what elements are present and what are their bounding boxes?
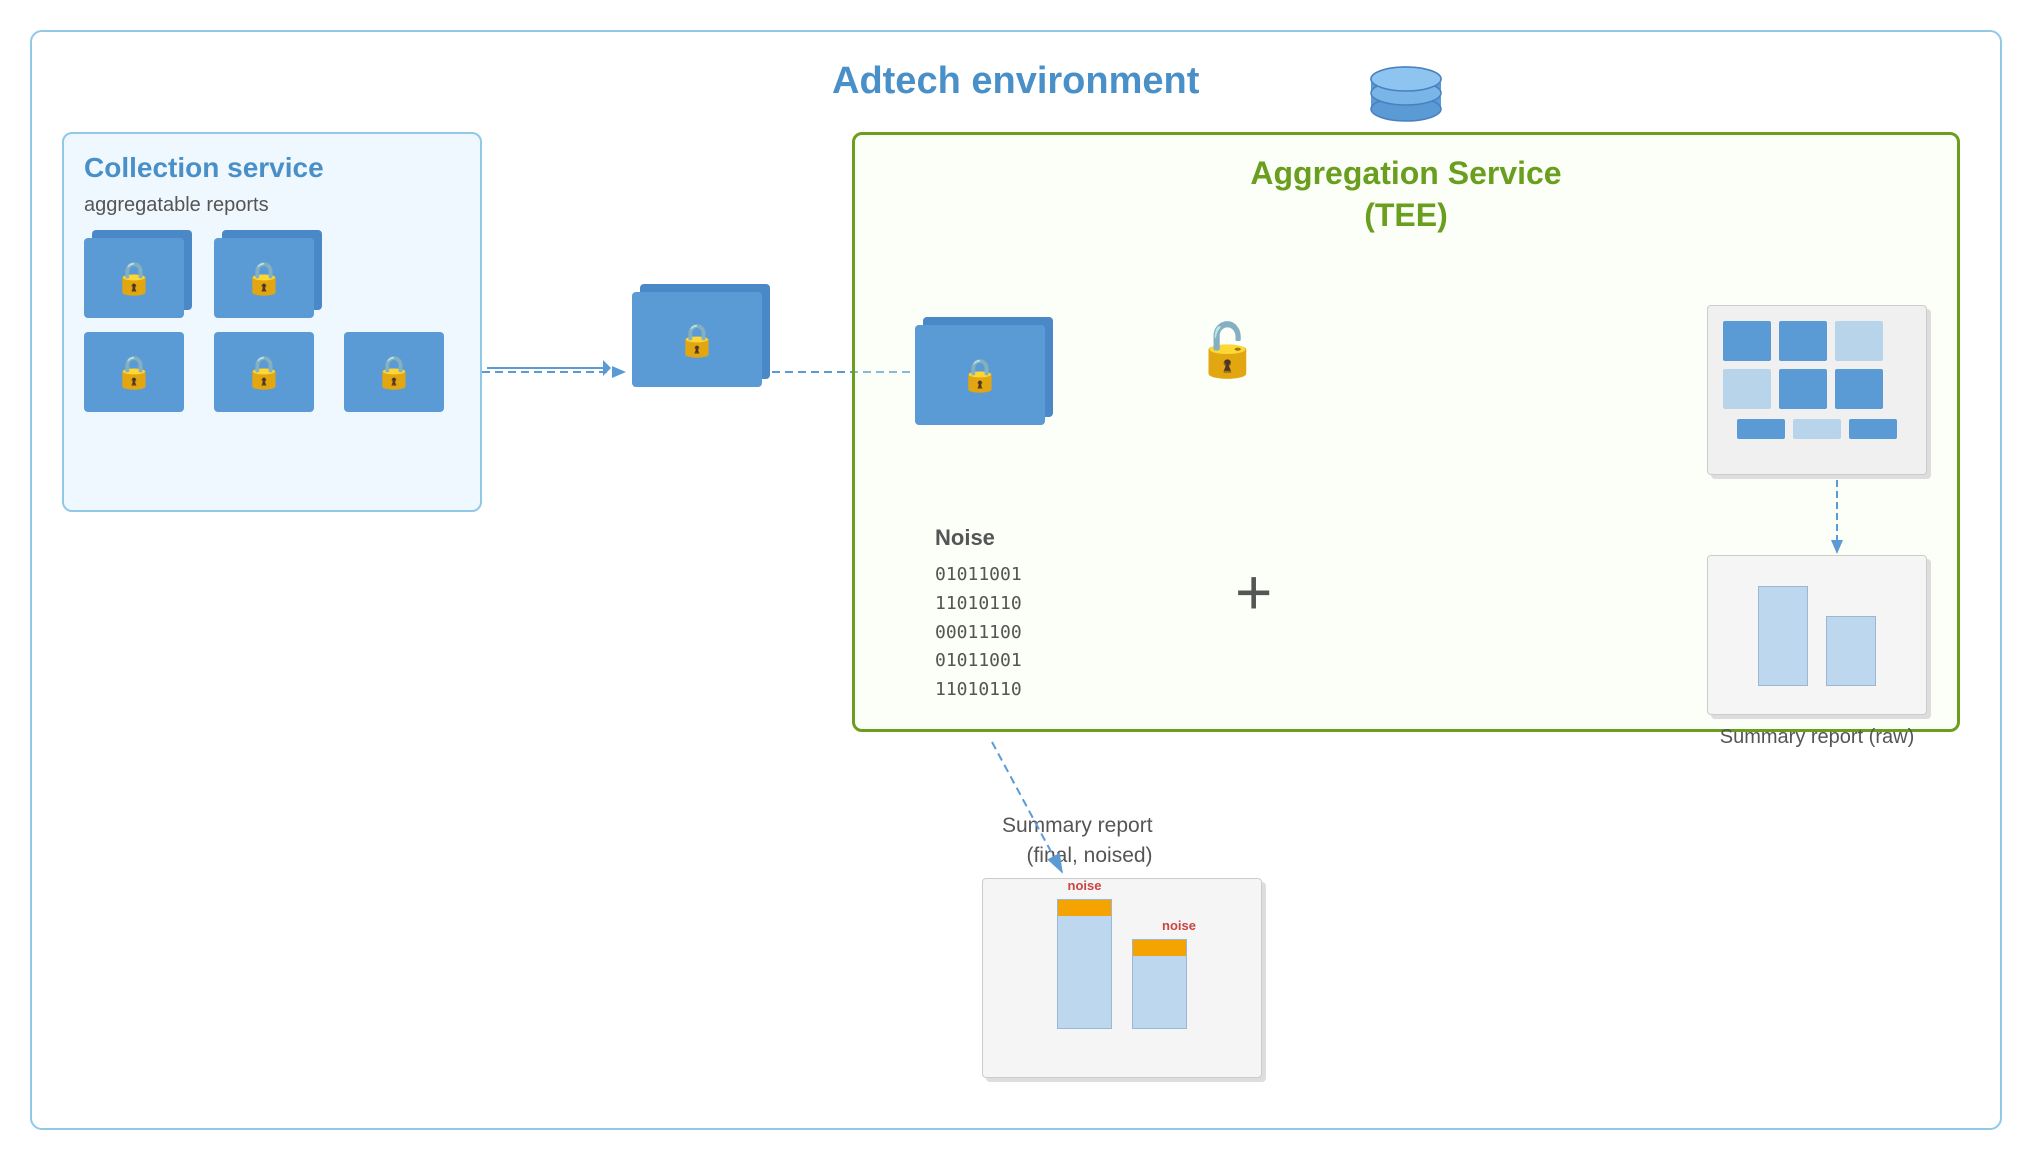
lock-icon-middle: 🔒: [677, 321, 717, 359]
lock-icon-3: 🔒: [114, 353, 154, 391]
decoded-report-card: [1707, 305, 1927, 475]
main-container: Adtech environment Collection service ag…: [30, 30, 2002, 1130]
summary-raw-card: [1707, 555, 1927, 715]
collection-service-subtitle: aggregatable reports: [64, 184, 480, 217]
report-card-2: 🔒: [214, 238, 314, 318]
report-card-4: 🔒: [214, 332, 314, 412]
noise-label: Noise: [935, 525, 1022, 551]
noise-section: Noise 01011001 11010110 00011100 0101100…: [935, 525, 1022, 705]
aggregation-service-box: Aggregation Service (TEE) 🔒 🔓: [852, 132, 1960, 732]
report-card-1: 🔒: [84, 238, 184, 318]
reports-grid: 🔒 🔒 🔒: [64, 222, 480, 428]
middle-reports-stack: 🔒: [632, 292, 762, 387]
lock-icon-5: 🔒: [374, 353, 414, 391]
binary-noise: 01011001 11010110 00011100 01011001 1101…: [935, 561, 1022, 705]
collection-service-box: Collection service aggregatable reports …: [62, 132, 482, 512]
noise-cap-2: [1133, 940, 1186, 956]
agg-locked-reports: 🔒: [915, 325, 1045, 425]
database-icon: [1366, 65, 1446, 140]
lock-icon-agg: 🔒: [960, 356, 1000, 394]
noise-label-2: noise: [1162, 918, 1196, 933]
diagonal-arrow-svg: [932, 732, 1132, 932]
lock-icon-1: 🔒: [114, 259, 154, 297]
dashed-arrow-svg-1: [482, 332, 632, 412]
summary-raw-label: Summary report (raw): [1707, 723, 1927, 751]
report-card-3: 🔒: [84, 332, 184, 412]
collection-service-title: Collection service: [64, 134, 480, 184]
report-card-5: 🔒: [344, 332, 444, 412]
lock-icon-2: 🔒: [244, 259, 284, 297]
lock-icon-4: 🔒: [244, 353, 284, 391]
aggregation-service-title: Aggregation Service (TEE): [855, 135, 1957, 236]
plus-sign: +: [1235, 555, 1272, 629]
unlock-icon: 🔓: [1195, 320, 1260, 381]
v-dashed-arrow-svg: [1822, 480, 1852, 560]
